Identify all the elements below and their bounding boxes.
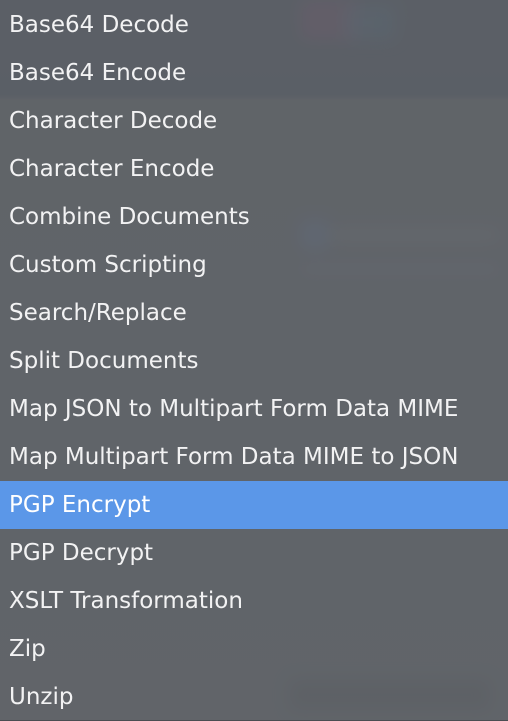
menu-item-pgp-decrypt[interactable]: PGP Decrypt <box>0 529 508 577</box>
menu-item-label: XSLT Transformation <box>9 588 243 614</box>
menu-item-map-multipart-to-json[interactable]: Map Multipart Form Data MIME to JSON <box>0 433 508 481</box>
menu-item-label: Map JSON to Multipart Form Data MIME <box>9 396 459 422</box>
menu-item-pgp-encrypt[interactable]: PGP Encrypt <box>0 481 508 529</box>
menu-item-search-replace[interactable]: Search/Replace <box>0 289 508 337</box>
menu-item-map-json-to-multipart[interactable]: Map JSON to Multipart Form Data MIME <box>0 385 508 433</box>
menu-item-combine-documents[interactable]: Combine Documents <box>0 193 508 241</box>
menu-item-label: Split Documents <box>9 348 199 374</box>
menu-item-zip[interactable]: Zip <box>0 625 508 673</box>
menu-item-custom-scripting[interactable]: Custom Scripting <box>0 241 508 289</box>
menu-item-character-decode[interactable]: Character Decode <box>0 97 508 145</box>
menu-item-base64-encode[interactable]: Base64 Encode <box>0 49 508 97</box>
menu-item-character-encode[interactable]: Character Encode <box>0 145 508 193</box>
menu-item-label: Unzip <box>9 684 74 710</box>
menu-item-label: Character Encode <box>9 156 215 182</box>
menu-item-unzip[interactable]: Unzip <box>0 673 508 721</box>
menu-item-xslt-transformation[interactable]: XSLT Transformation <box>0 577 508 625</box>
menu-item-split-documents[interactable]: Split Documents <box>0 337 508 385</box>
menu-item-label: PGP Decrypt <box>9 540 154 566</box>
menu-item-label: Map Multipart Form Data MIME to JSON <box>9 444 459 470</box>
menu-item-label: Combine Documents <box>9 204 250 230</box>
menu-item-base64-decode[interactable]: Base64 Decode <box>0 1 508 49</box>
menu-item-label: Custom Scripting <box>9 252 207 278</box>
menu-item-label: Zip <box>9 636 46 662</box>
menu-item-label: Base64 Encode <box>9 60 187 86</box>
menu-item-label: Search/Replace <box>9 300 187 326</box>
menu-item-label: Character Decode <box>9 108 218 134</box>
menu-item-label: Base64 Decode <box>9 12 189 38</box>
menu-item-label: PGP Encrypt <box>9 492 151 518</box>
transform-type-dropdown-menu: Base64 Decode Base64 Encode Character De… <box>0 0 508 720</box>
